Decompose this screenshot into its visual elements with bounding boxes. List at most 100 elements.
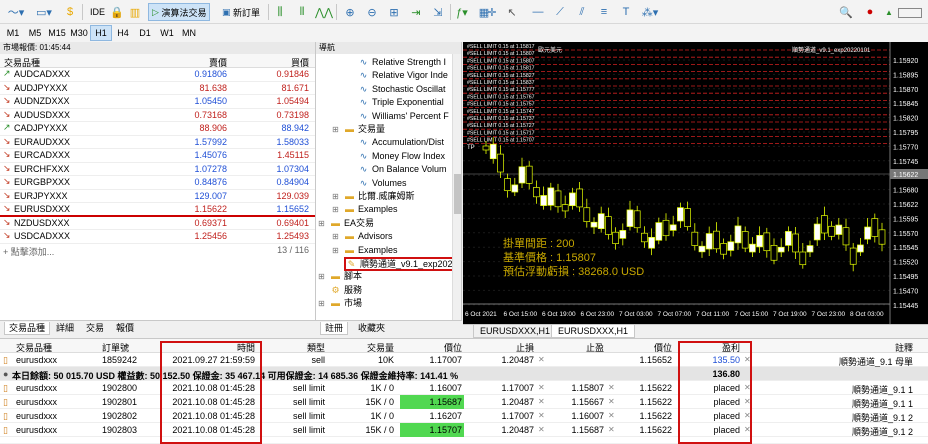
navigator-item[interactable]: ∿ Volumes <box>358 177 407 190</box>
algo-trading-button[interactable]: ▷ 演算法交易 <box>148 3 211 21</box>
grid-icon[interactable]: ⊞ <box>386 3 402 21</box>
order-row[interactable]: ▯ eurusdxxx 1902800 2021.10.08 01:45:28 sell… <box>0 381 928 395</box>
market-watch-row[interactable]: ↘ AUDUSDXXX 0.73168 0.73198 <box>0 109 315 122</box>
market-watch-row[interactable]: ↘ AUDNZDXXX 1.05450 1.05494 <box>0 95 315 109</box>
market-watch-row[interactable]: ↘ EURCHFXXX 1.07278 1.07304 <box>0 163 315 176</box>
navigator-item[interactable]: ∿ Accumulation/Dist <box>358 136 444 149</box>
market-watch-row[interactable]: ↗ CADJPYXXX 88.906 88.942 <box>0 122 315 136</box>
expand-icon[interactable]: ⊞ <box>332 230 339 243</box>
expand-icon[interactable]: ⊞ <box>332 244 339 257</box>
market-watch-row[interactable]: ↘ EURJPYXXX 129.007 129.039 <box>0 190 315 203</box>
chart-tab[interactable]: EURUSDXXX,H1 <box>473 325 558 338</box>
scrollbar-thumb[interactable] <box>454 174 461 214</box>
shift-icon[interactable]: ⇲ <box>430 3 446 21</box>
crosshair-icon[interactable]: ✛ <box>484 3 500 21</box>
market-watch-tab[interactable]: 報價 <box>112 322 138 335</box>
navigator-item[interactable]: ⊞ ▬ 腳本 <box>318 270 362 283</box>
market-watch-row[interactable]: ↘ EURUSDXXX 1.15622 1.15652 <box>0 203 315 217</box>
remove-icon[interactable]: ✕ <box>538 383 545 392</box>
navigator-scrollbar[interactable] <box>452 54 461 320</box>
remove-icon[interactable]: ✕ <box>538 397 545 406</box>
market-watch-tab[interactable]: 交易品種 <box>4 322 51 335</box>
channel-icon[interactable]: ⫽ <box>574 3 590 21</box>
expand-icon[interactable]: ⊞ <box>318 297 325 310</box>
chart-tab[interactable]: EURUSDXXX,H1 <box>551 325 636 338</box>
market-icon[interactable]: $ <box>62 3 78 21</box>
order-row[interactable]: ▯ eurusdxxx 1902802 2021.10.08 01:45:28 sell… <box>0 409 928 423</box>
expand-icon[interactable]: ⊞ <box>332 203 339 216</box>
navigator-item[interactable]: ∿ On Balance Volum <box>358 163 447 176</box>
position-row[interactable]: ▯ eurusdxxx 1859242 2021.09.27 21:59:59 sell… <box>0 353 928 367</box>
autoscroll-icon[interactable]: ⇥ <box>408 3 424 21</box>
zoom-out-icon[interactable]: ⊖ <box>364 3 380 21</box>
navigator-item[interactable]: ⊞ ▬ 比爾.威廉姆斯 <box>332 190 415 203</box>
search-icon[interactable]: 🔍 <box>838 3 854 21</box>
signals-icon[interactable]: ▥ <box>128 3 142 21</box>
navigator-item[interactable]: ⊞ ▬ 市場 <box>318 297 362 310</box>
market-watch-row[interactable]: ↘ EURCADXXX 1.45076 1.45115 <box>0 149 315 163</box>
indicators-icon[interactable]: ƒ▾ <box>454 3 470 21</box>
timeframe-m15[interactable]: M15 <box>46 25 68 41</box>
notification-icon[interactable]: ● <box>862 3 878 21</box>
trendline-icon[interactable]: ⟋ <box>552 3 568 21</box>
navigator-item[interactable]: ⊞ ▬ Advisors <box>332 230 393 243</box>
shapes-icon[interactable]: ⁂▾ <box>638 3 662 21</box>
market-watch-row[interactable]: ↘ AUDJPYXXX 81.638 81.671 <box>0 82 315 95</box>
timeframe-h1[interactable]: H1 <box>90 25 112 41</box>
remove-icon[interactable]: ✕ <box>608 397 615 406</box>
fibo-icon[interactable]: ≡ <box>596 3 612 21</box>
expand-icon[interactable]: ⊞ <box>332 123 339 136</box>
add-symbol-link[interactable]: + 點擊添加... <box>3 245 54 258</box>
lock-icon[interactable]: 🔒 <box>110 3 124 21</box>
navigator-item[interactable]: ⊞ ▬ Examples <box>332 203 398 216</box>
navigator-item[interactable]: ∿ Relative Strength I <box>358 56 446 69</box>
remove-icon[interactable]: ✕ <box>538 355 545 364</box>
remove-icon[interactable]: ✕ <box>608 425 615 434</box>
navigator-item[interactable]: ∿ Triple Exponential <box>358 96 444 109</box>
timeframe-w1[interactable]: W1 <box>156 25 178 41</box>
expand-icon[interactable]: ⊞ <box>318 270 325 283</box>
chart-type-icon[interactable]: 〜▾ <box>4 3 28 21</box>
timeframe-m5[interactable]: M5 <box>24 25 46 41</box>
market-watch-row[interactable]: ↘ EURAUDXXX 1.57992 1.58033 <box>0 136 315 149</box>
navigator-item[interactable]: ✎ 順勢通道_v9.1_exp202 <box>344 257 457 271</box>
timeframe-m30[interactable]: M30 <box>68 25 90 41</box>
navigator-item[interactable]: ⊞ ▬ 交易量 <box>332 123 385 136</box>
text-icon[interactable]: T <box>618 3 634 21</box>
order-row[interactable]: ▯ eurusdxxx 1902803 2021.10.08 01:45:28 sell… <box>0 423 928 437</box>
remove-icon[interactable]: ✕ <box>608 411 615 420</box>
navigator-item[interactable]: ∿ Money Flow Index <box>358 150 445 163</box>
market-watch-tab[interactable]: 交易 <box>82 322 108 335</box>
new-order-button[interactable]: ▣ 新訂單 <box>218 3 264 21</box>
navigator-tab[interactable]: 註冊 <box>320 322 349 335</box>
navigator-item[interactable]: ⊞ ▬ Examples <box>332 244 398 257</box>
market-watch-row[interactable]: ↘ EURGBPXXX 0.84876 0.84904 <box>0 176 315 190</box>
remove-icon[interactable]: ✕ <box>608 383 615 392</box>
navigator-item[interactable]: ⊞ ▬ EA交易 <box>318 217 374 230</box>
timeframe-m1[interactable]: M1 <box>2 25 24 41</box>
cursor-icon[interactable]: ↖ <box>504 3 520 21</box>
zoom-in-icon[interactable]: ⊕ <box>342 3 358 21</box>
remove-icon[interactable]: ✕ <box>538 411 545 420</box>
market-watch-tab[interactable]: 詳細 <box>52 322 78 335</box>
candle-icon[interactable]: ⫴ <box>294 3 310 21</box>
market-watch-row[interactable]: ↘ NZDUSDXXX 0.69371 0.69401 <box>0 217 315 230</box>
line-chart-icon[interactable]: ⋀⋀ <box>315 3 333 21</box>
navigator-tab[interactable]: 收藏夾 <box>354 322 389 335</box>
navigator-item[interactable]: ∿ Relative Vigor Inde <box>358 69 448 82</box>
order-row[interactable]: ▯ eurusdxxx 1902801 2021.10.08 01:45:28 sell… <box>0 395 928 409</box>
market-watch-row[interactable]: ↗ AUDCADXXX 0.91806 0.91846 <box>0 68 315 82</box>
navigator-item[interactable]: ∿ Stochastic Oscillat <box>358 83 446 96</box>
hline-icon[interactable]: — <box>530 3 546 21</box>
bar-chart-icon[interactable]: ⫼ <box>272 3 288 21</box>
remove-icon[interactable]: ✕ <box>538 425 545 434</box>
navigator-item[interactable]: ∿ Williams' Percent F <box>358 110 449 123</box>
navigator-item[interactable]: ⚙ 服務 <box>330 284 362 297</box>
expand-icon[interactable]: ⊞ <box>318 217 325 230</box>
timeframe-d1[interactable]: D1 <box>134 25 156 41</box>
timeframe-h4[interactable]: H4 <box>112 25 134 41</box>
ide-button[interactable]: IDE <box>86 3 109 21</box>
template-icon[interactable]: ▭▾ <box>32 3 56 21</box>
market-watch-row[interactable]: ↘ USDCADXXX 1.25456 1.25493 <box>0 230 315 244</box>
price-chart[interactable]: 1.15920 1.15895 1.15870 1.15845 1.15820 1.157… <box>463 42 928 324</box>
